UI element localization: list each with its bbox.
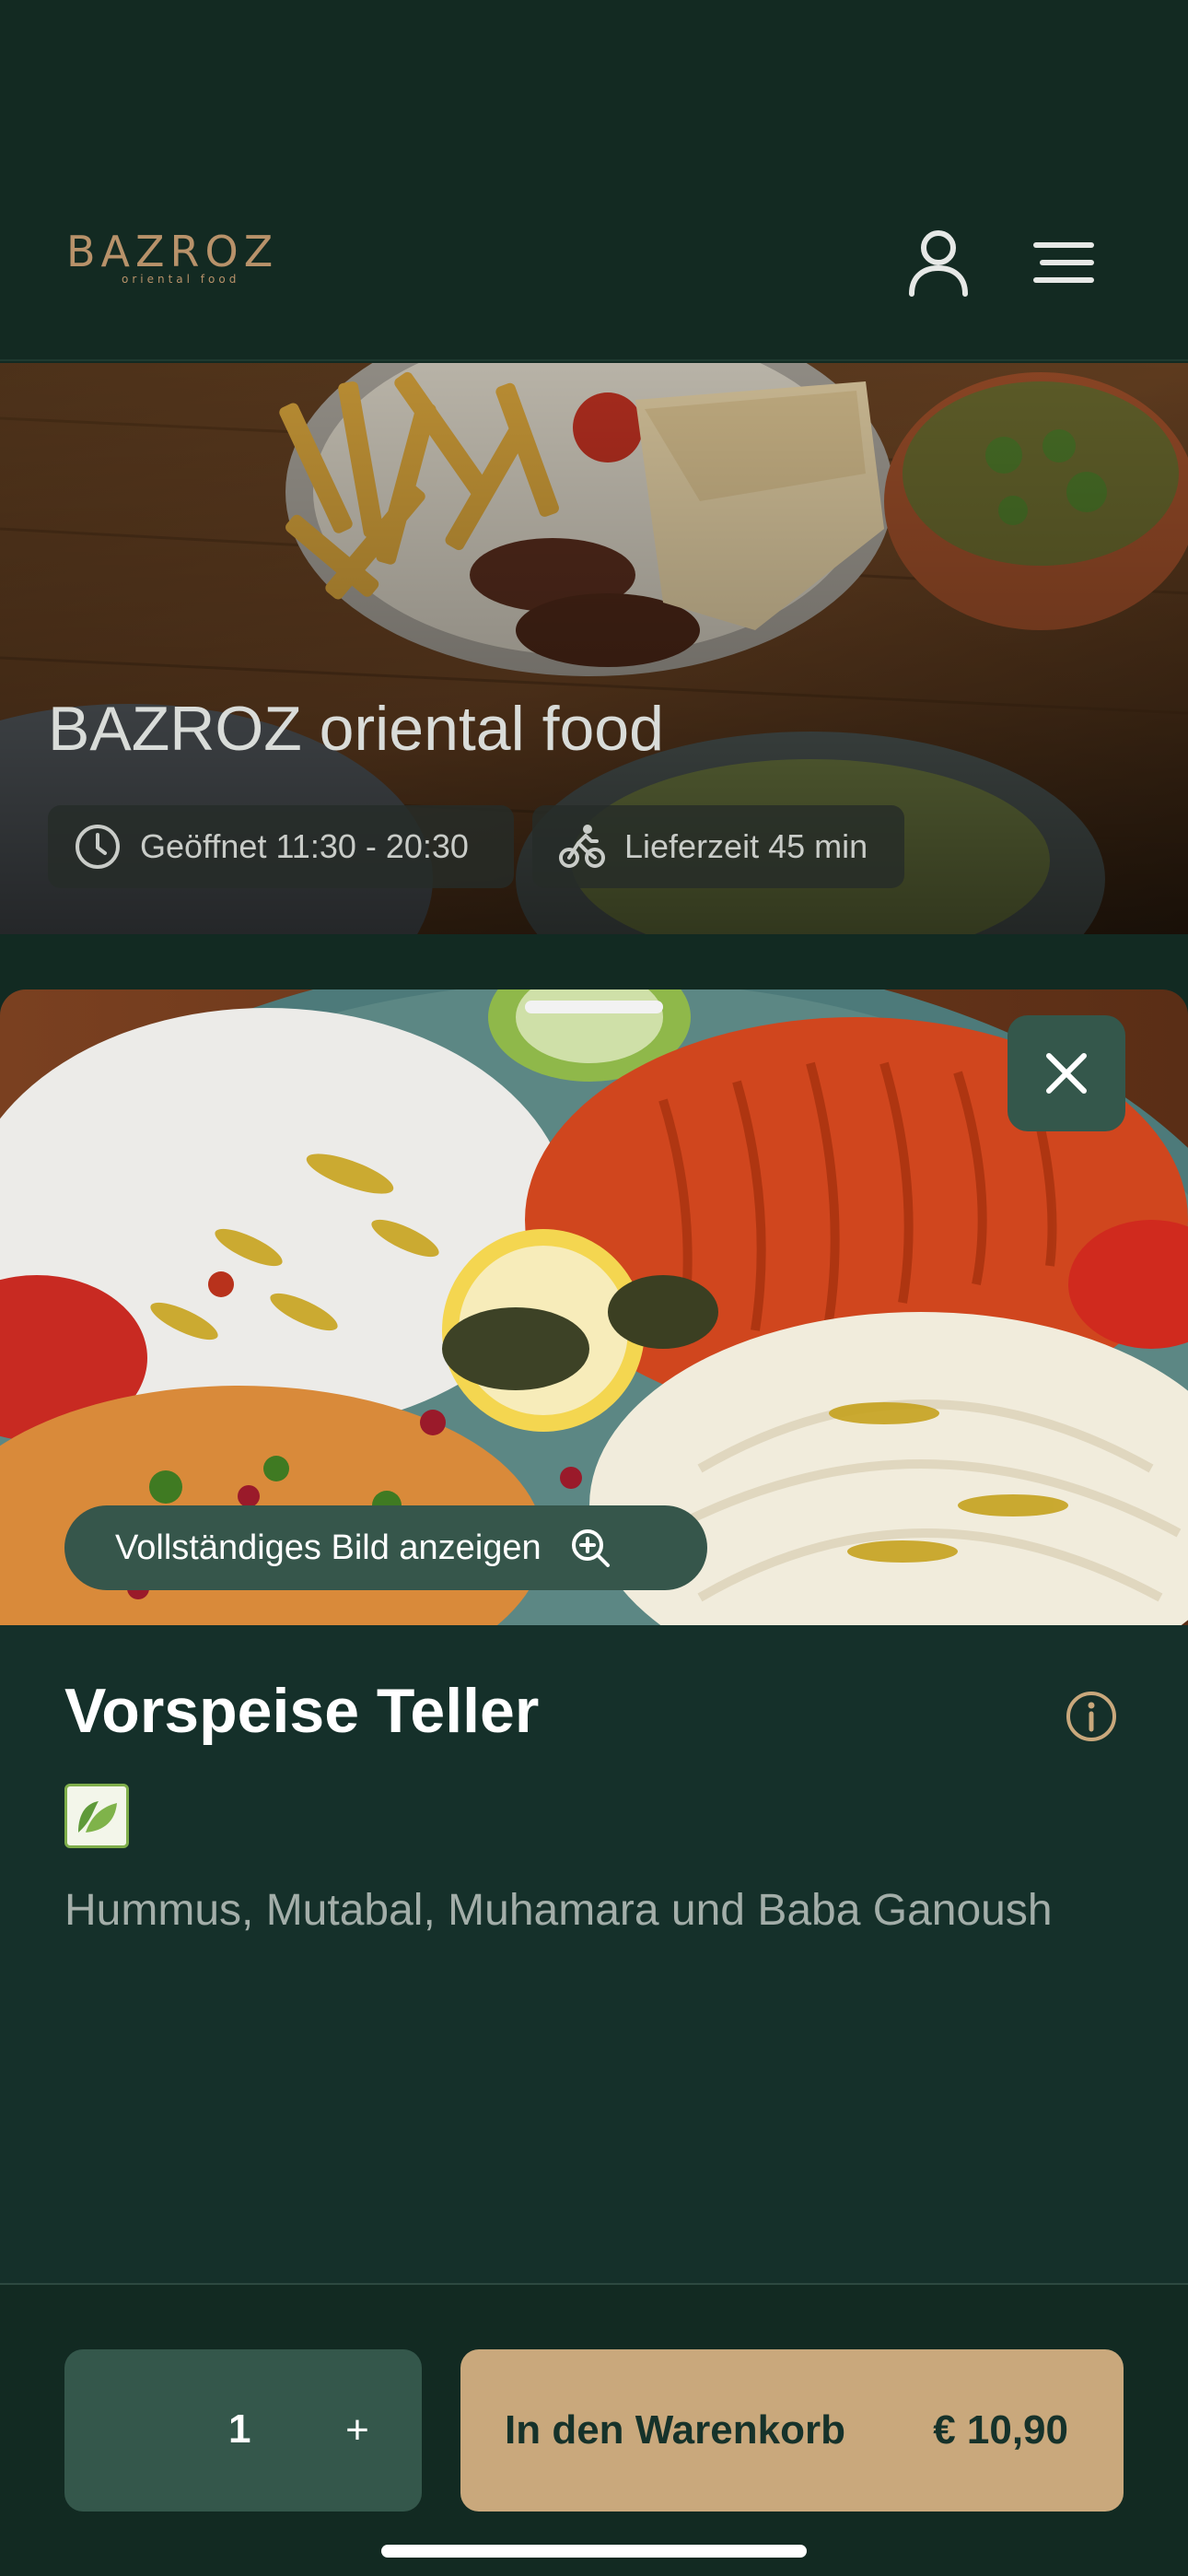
quantity-plus-button[interactable]: + — [330, 2395, 385, 2465]
clock-icon — [76, 825, 120, 869]
info-icon — [1066, 1692, 1116, 1741]
person-icon — [909, 230, 968, 297]
dish-title: Vorspeise Teller — [64, 1676, 540, 1746]
restaurant-name: BAZROZ oriental food — [48, 694, 664, 764]
sheet-grabber[interactable] — [525, 1001, 663, 1013]
delivery-time-text: Lieferzeit 45 min — [624, 827, 868, 865]
account-button[interactable] — [897, 221, 980, 304]
add-to-cart-button[interactable]: In den Warenkorb € 10,90 — [460, 2349, 1124, 2512]
close-button[interactable] — [1007, 1015, 1125, 1131]
logo-wordmark: BAZROZ — [66, 227, 279, 276]
leaf-icon — [78, 1801, 117, 1832]
view-full-image-label: Vollständiges Bild anzeigen — [115, 1528, 542, 1567]
home-indicator[interactable] — [381, 2545, 807, 2558]
quantity-value: 1 — [228, 2406, 251, 2452]
add-to-cart-label: In den Warenkorb — [505, 2407, 845, 2453]
info-button[interactable] — [1065, 1690, 1118, 1743]
vegetarian-badge — [64, 1784, 129, 1848]
zoom-in-icon — [571, 1529, 610, 1567]
brand-logo[interactable]: BAZROZ oriental food — [66, 228, 287, 293]
hamburger-icon — [1033, 242, 1094, 283]
opening-hours-text: Geöffnet 11:30 - 20:30 — [140, 827, 469, 865]
close-icon — [1046, 1053, 1087, 1094]
delivery-time-chip: Lieferzeit 45 min — [532, 805, 904, 888]
menu-button[interactable] — [1022, 221, 1105, 304]
price-label: € 10,90 — [933, 2407, 1068, 2453]
view-full-image-button[interactable]: Vollständiges Bild anzeigen — [64, 1505, 707, 1590]
dish-description: Hummus, Mutabal, Muhamara und Baba Ganou… — [64, 1886, 1053, 1935]
top-bar — [0, 0, 1188, 361]
bicycle-icon — [559, 825, 605, 868]
opening-hours-chip: Geöffnet 11:30 - 20:30 — [48, 805, 514, 888]
